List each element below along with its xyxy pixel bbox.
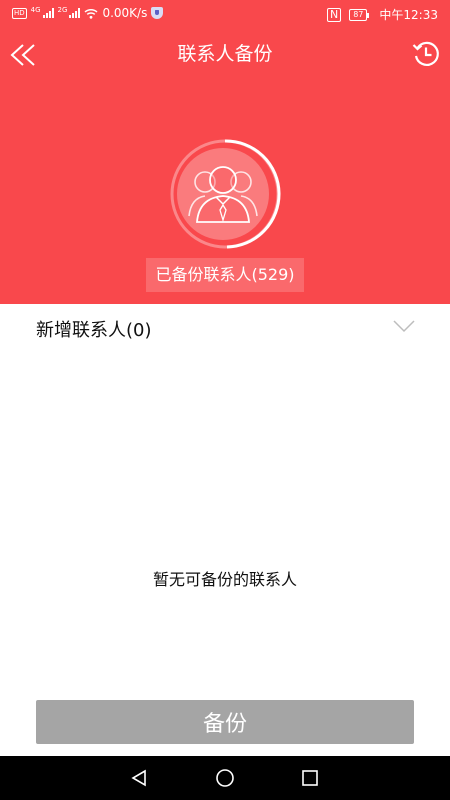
contacts-group-icon: [170, 139, 281, 249]
status-bar: HD 4G 2G 0.00K/s N 87 中午12:33: [0, 0, 450, 28]
nav-back-button[interactable]: [124, 764, 154, 792]
shield-icon: [151, 7, 164, 19]
nav-home-button[interactable]: [210, 764, 240, 792]
status-time: 中午12:33: [379, 8, 438, 22]
empty-state-message: 暂无可备份的联系人: [152, 570, 297, 589]
hd-badge: HD: [12, 7, 27, 19]
page-title: 联系人备份: [177, 43, 273, 65]
square-recent-icon: [302, 770, 318, 786]
history-button[interactable]: [408, 36, 444, 72]
new-contacts-label: 新增联系人(0): [36, 320, 152, 341]
backup-button[interactable]: 备份: [36, 700, 414, 744]
circle-home-icon: [216, 769, 234, 787]
network-type-2: 2G: [57, 6, 68, 14]
nfc-icon: N: [326, 7, 342, 22]
network-type-1: 4G: [30, 6, 41, 14]
backed-up-count-label: 已备份联系人(529): [146, 258, 304, 292]
backup-progress-avatar: [165, 134, 285, 254]
triangle-back-icon: [131, 769, 146, 787]
history-clock-icon: [412, 41, 439, 66]
header-area: HD 4G 2G 0.00K/s N 87 中午12:33 联系人备份 已备份联…: [0, 0, 450, 304]
new-contacts-row[interactable]: 新增联系人(0): [0, 304, 450, 354]
network-speed: 0.00K/s: [102, 6, 148, 20]
nav-recent-button[interactable]: [295, 764, 325, 792]
status-right: N 87 中午12:33: [326, 6, 438, 23]
system-nav-bar: [0, 756, 450, 800]
status-left: HD 4G 2G 0.00K/s: [12, 6, 164, 20]
signal-icon: [69, 8, 81, 18]
wifi-icon: [84, 8, 98, 19]
signal-icon: [42, 8, 54, 18]
battery-icon: 87: [349, 8, 370, 21]
chevron-down-icon[interactable]: [392, 318, 416, 334]
